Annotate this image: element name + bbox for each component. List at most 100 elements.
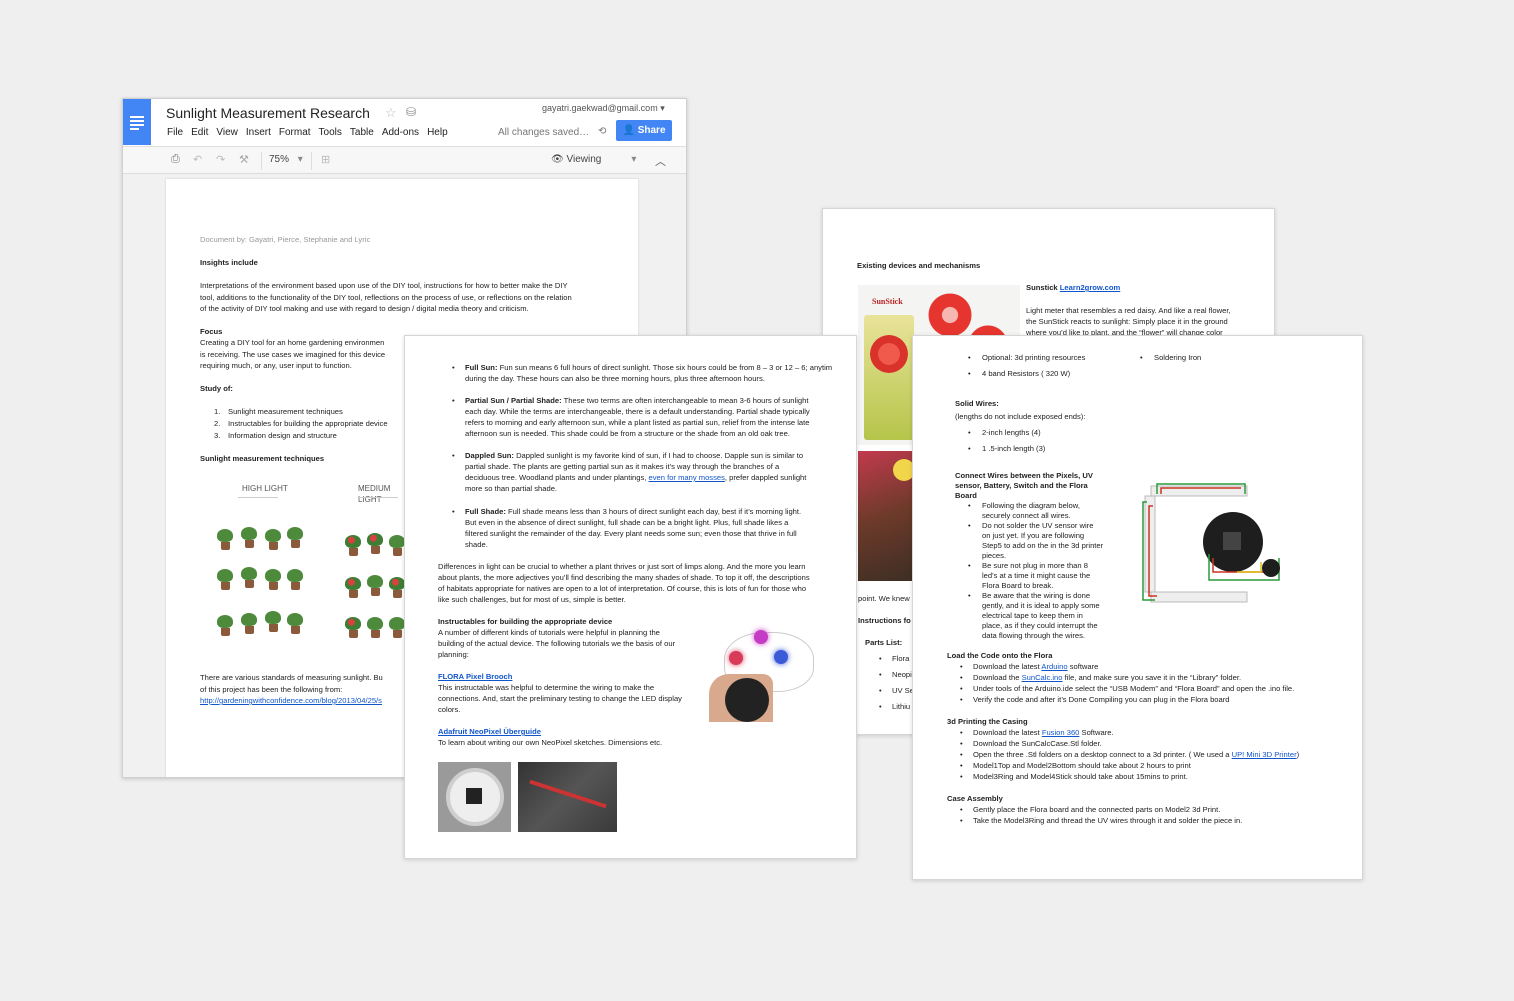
flora-brooch-link[interactable]: FLORA Pixel Brooch (438, 671, 512, 682)
menu-view[interactable]: View (216, 127, 238, 138)
menu-help[interactable]: Help (427, 127, 448, 138)
heading-insights: Insights include (200, 258, 258, 267)
neopixel-strip-photo (518, 762, 617, 832)
sunstick-label: SunStick (872, 297, 903, 306)
menu-file[interactable]: File (167, 127, 183, 138)
menu-insert[interactable]: Insert (246, 127, 271, 138)
list-item: Model3Ring and Model4Stick should take a… (973, 772, 1188, 781)
list-item: Under tools of the Arduino.ide select th… (973, 684, 1295, 693)
neopixel-uberguide-link[interactable]: Adafruit NeoPixel Überguide (438, 726, 541, 737)
plant-image (366, 575, 384, 597)
parts-list-heading: Parts List: (865, 638, 903, 647)
list-text: file, and make sure you save it in the “… (1062, 673, 1242, 682)
menu-table[interactable]: Table (350, 127, 374, 138)
byline: Document by: Gayatri, Pierce, Stephanie … (200, 235, 371, 244)
bullet-dappled-sun: Dappled Sun: Dappled sunlight is my favo… (465, 450, 803, 461)
sunstick-desc: Light meter that resembles a red daisy. … (1026, 306, 1231, 315)
standards-line: There are various standards of measuring… (200, 673, 383, 682)
collapse-menu-icon[interactable]: ︿ (655, 153, 666, 169)
bullet: • (968, 369, 971, 378)
bullet-line: Dappled sunlight is my favorite kind of … (516, 451, 804, 460)
list-item: Download the SunCalc.ino file, and make … (973, 672, 1241, 683)
up-mini-printer-link[interactable]: UP! Mini 3D Printer (1232, 750, 1297, 759)
bullet: • (968, 521, 971, 530)
list-text: software (1067, 662, 1099, 671)
suncalc-ino-link[interactable]: SunCalc.ino (1022, 673, 1063, 682)
paint-format-icon[interactable]: ⚒ (239, 153, 249, 166)
insert-comment-icon[interactable]: ⊞ (321, 153, 330, 166)
neopixel-led (774, 650, 788, 664)
instructions-heading: Instructions fo (858, 616, 911, 625)
paragraph-line: of habitats appropriate for natives are … (438, 584, 807, 593)
document-title[interactable]: Sunlight Measurement Research (166, 105, 370, 121)
mosses-link[interactable]: even for many mosses (649, 473, 725, 482)
sunstick-title: Sunstick Learn2grow.com (1026, 282, 1120, 293)
bullet-line: filtered sunlight the remainder of the d… (465, 529, 797, 538)
plant-image (286, 527, 304, 549)
bullet-line: deciduous tree. Woodland plants and unde… (465, 472, 806, 483)
plant-image (264, 611, 282, 633)
plant-image (240, 527, 258, 549)
bullet: • (960, 739, 963, 748)
heading-connect: Board (955, 491, 977, 500)
menu-addons[interactable]: Add-ons (382, 127, 419, 138)
plant-image (344, 577, 362, 599)
chevron-down-icon: ▾ (631, 154, 637, 165)
menu-edit[interactable]: Edit (191, 127, 208, 138)
bullet-line: each day. While the terms are interchang… (465, 407, 810, 416)
history-icon[interactable]: ⟲ (598, 126, 606, 137)
zoom-value: 75% (269, 154, 290, 165)
list-text: Download the latest (973, 728, 1042, 737)
bullet-line: during the day. These hours can also be … (465, 374, 765, 383)
share-button[interactable]: 👤 Share (616, 120, 672, 141)
sunstick-name: Sunstick (1026, 283, 1058, 292)
bullet: • (452, 363, 455, 372)
term-full-shade: Full Shade: (465, 507, 506, 516)
bullet-line: But even in the absence of direct sunlig… (465, 518, 789, 527)
led-strip-bottom (1150, 591, 1248, 603)
sunstick-link[interactable]: Learn2grow.com (1060, 283, 1120, 292)
parts-item: UV Se (892, 686, 914, 695)
source-link[interactable]: http://gardeningwithconfidence.com/blog/… (200, 695, 382, 706)
study-number: 2. (214, 419, 221, 428)
mode-select[interactable]: 👁 Viewing ▾ (551, 154, 636, 165)
wiring-diagram-svg (1142, 483, 1280, 603)
list-text: Open the three .Stl folders on a desktop… (973, 750, 1232, 759)
save-status[interactable]: All changes saved… (498, 127, 589, 138)
fusion-360-link[interactable]: Fusion 360 (1042, 728, 1080, 737)
star-icon[interactable]: ☆ (385, 105, 397, 121)
menu-tools[interactable]: Tools (319, 127, 342, 138)
light-levels-infographic: HIGH LIGHT MEDIUM LIGHT (210, 477, 415, 657)
docs-logo-icon[interactable] (123, 99, 151, 145)
document-page-sun-types: • Full Sun: Fun sun means 6 full hours o… (404, 335, 857, 859)
chevron-down-icon: ▾ (660, 103, 665, 113)
plant-image (344, 617, 362, 639)
account-email[interactable]: gayatri.gaekwad@gmail.com ▾ (542, 103, 665, 114)
insights-line: Interpretations of the environment based… (200, 281, 568, 290)
toolbar: ⎙ ↶ ↷ ⚒ 75% ▾ ⊞ 👁 Viewing ▾ ︿ (123, 146, 686, 174)
term-full-sun: Full Sun: (465, 363, 498, 372)
red-daisy-image (870, 335, 908, 373)
insights-line: of the activity of DIY tool making and u… (200, 304, 529, 313)
undo-icon[interactable]: ↶ (193, 153, 202, 166)
move-to-folder-icon[interactable]: ⛁ (406, 105, 416, 119)
heading-techniques: Sunlight measurement techniques (200, 454, 325, 463)
standards-line: of this project has been the following f… (200, 685, 343, 694)
bullet-line: more so than partial shade. (465, 484, 558, 493)
account-email-text: gayatri.gaekwad@gmail.com (542, 103, 658, 113)
redo-icon[interactable]: ↷ (216, 153, 225, 166)
arduino-link[interactable]: Arduino (1041, 662, 1067, 671)
document-page-build-steps: • Optional: 3d printing resources • 4 ba… (912, 335, 1363, 880)
zoom-select[interactable]: 75% ▾ (269, 154, 303, 165)
heading-load-code: Load the Code onto the Flora (947, 651, 1053, 660)
heading-study: Study of: (200, 384, 233, 393)
insights-line: tool, additions to the functionality of … (200, 293, 572, 302)
plant-image (286, 613, 304, 635)
list-item: Model1Top and Model2Bottom should take a… (973, 761, 1191, 770)
menu-format[interactable]: Format (279, 127, 311, 138)
study-number: 1. (214, 407, 221, 416)
study-item: Information design and structure (228, 431, 337, 440)
print-icon[interactable]: ⎙ (171, 153, 180, 166)
focus-line: is receiving. The use cases we imagined … (200, 350, 386, 359)
red-daisy-image (928, 293, 972, 337)
